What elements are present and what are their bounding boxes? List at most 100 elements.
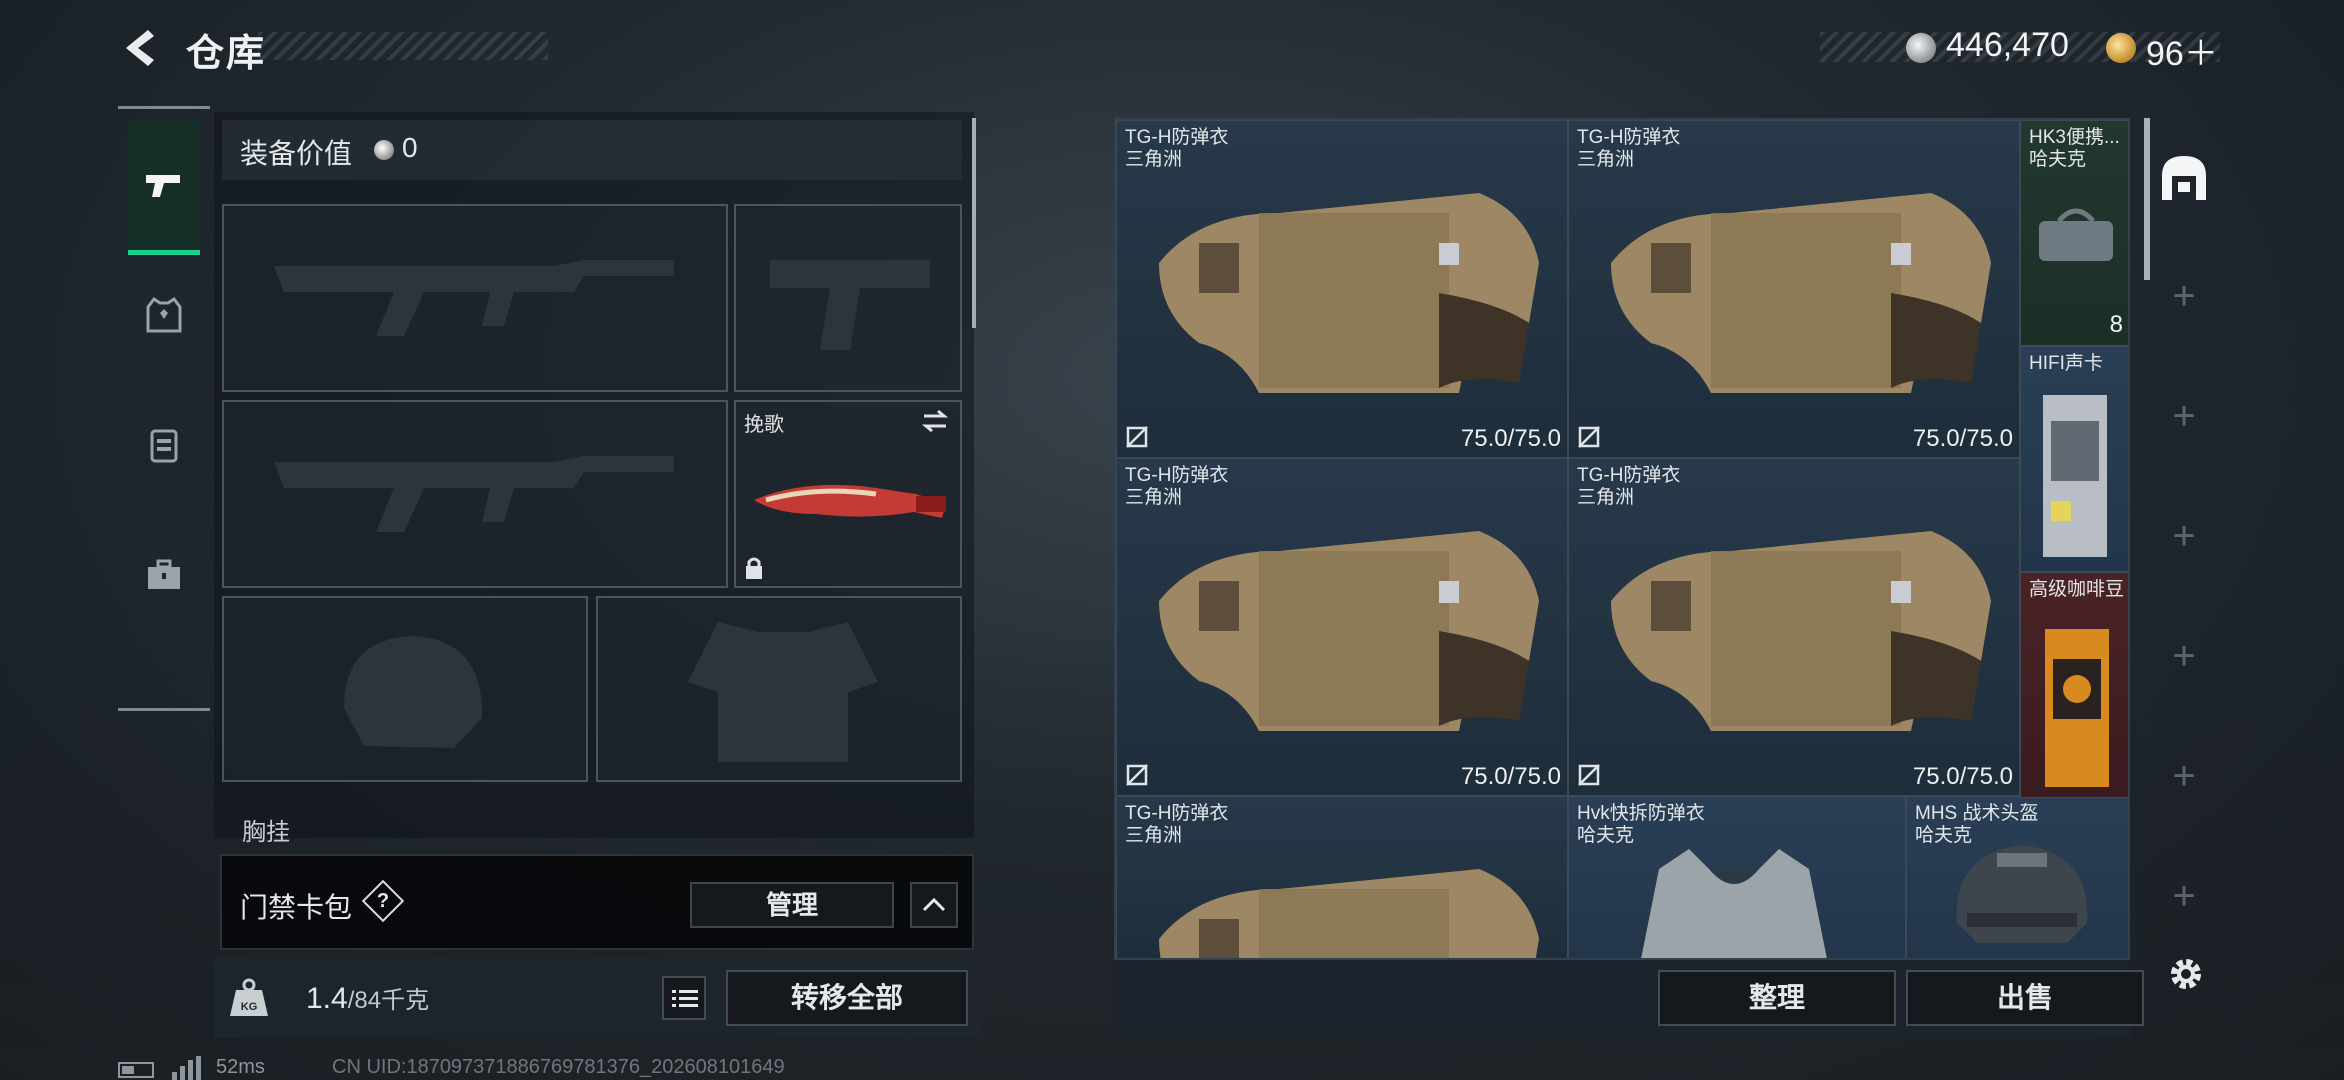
body-armor-icon (1159, 869, 1539, 958)
tab-storage-add[interactable]: + (2138, 236, 2230, 356)
list-view-button[interactable] (662, 976, 706, 1020)
item-durability: 75.0/75.0 (1460, 763, 1561, 790)
pistol-icon (146, 175, 180, 197)
equipment-value-row: 装备价值 0 (222, 120, 962, 180)
item-name: MHS 战术头盔 (1915, 803, 2039, 824)
silver-coin-icon (374, 140, 394, 160)
weight-current: 1.4 (306, 982, 348, 1015)
item-durability: 75.0/75.0 (1912, 763, 2013, 790)
equipment-value: 0 (402, 132, 418, 163)
storage-actions-bar: 整理 出售 (1114, 960, 2144, 1038)
equipment-scrollbar[interactable] (972, 118, 976, 328)
chest-rig-slot[interactable]: 胸挂 (222, 806, 962, 846)
helmet-slot[interactable] (222, 596, 588, 782)
secondary-weapon-slot[interactable] (222, 400, 728, 588)
page-title: 仓库 (186, 33, 267, 75)
equipment-value-label: 装备价值 (240, 138, 353, 169)
body-armor-icon (1159, 193, 1539, 393)
item-name: 高级咖啡豆 (2029, 579, 2125, 600)
gear-icon[interactable] (2166, 954, 2206, 994)
sound-card-icon (2043, 395, 2107, 557)
melee-item-name: 挽歌 (744, 414, 784, 436)
rifle-silhouette-icon (274, 260, 674, 336)
latency-readout: 52ms (216, 1056, 265, 1078)
no-insure-icon (1126, 426, 1148, 448)
item-faction: 三角洲 (1577, 487, 1635, 508)
user-uid: CN UID:187097371886769781376_20260810164… (332, 1056, 785, 1078)
item-name: HIFI声卡 (2029, 353, 2103, 374)
sort-button[interactable]: 整理 (1658, 970, 1896, 1026)
chevron-up-icon (922, 897, 946, 912)
manage-button[interactable]: 管理 (690, 882, 894, 928)
tab-weapons[interactable] (128, 120, 200, 255)
storage-item[interactable]: Hvk快拆防弹衣 哈夫克 (1568, 796, 1906, 958)
item-faction: 三角洲 (1577, 149, 1635, 170)
item-faction: 三角洲 (1125, 487, 1183, 508)
storage-item[interactable]: MHS 战术头盔 哈夫克 (1906, 796, 2128, 958)
weight-bar: KG 1.4/84千克 转移全部 (214, 958, 982, 1038)
signal-icon (172, 1056, 201, 1080)
tab-storage-add[interactable]: + (2138, 356, 2230, 476)
back-arrow-icon[interactable] (118, 26, 160, 70)
help-icon[interactable]: ? (361, 879, 405, 923)
armor-slot[interactable] (596, 596, 962, 782)
weight-kg-icon: KG (230, 978, 268, 1016)
item-name: TG-H防弹衣 (1125, 127, 1229, 148)
storage-item[interactable]: TG-H防弹衣 三角洲 75.0/75.0 (1116, 458, 1568, 796)
tab-backpack[interactable] (128, 380, 200, 510)
lock-icon (746, 557, 762, 579)
equipment-tab-column (118, 106, 210, 712)
primary-weapon-slot[interactable] (222, 204, 728, 392)
storage-item[interactable]: TG-H防弹衣 三角洲 75.0/75.0 (1568, 458, 2020, 796)
weight-max: /84千克 (347, 987, 430, 1014)
item-durability: 75.0/75.0 (1912, 425, 2013, 452)
sell-button[interactable]: 出售 (1906, 970, 2144, 1026)
card-bag-bar: 门禁卡包 ? 管理 (220, 854, 974, 950)
silver-coin-icon (1906, 33, 1936, 63)
gold-currency-value[interactable]: 96＋ (2146, 26, 2218, 75)
vest-silhouette-icon (688, 622, 878, 762)
storage-tab-column: + + + + + + (2138, 118, 2230, 958)
item-faction: 三角洲 (1125, 825, 1183, 846)
coffee-bag-icon (2045, 629, 2109, 787)
no-insure-icon (1578, 426, 1600, 448)
melee-slot[interactable]: 挽歌 (734, 400, 962, 588)
body-armor-icon (1611, 193, 1991, 393)
rifle-silhouette-icon (274, 456, 674, 532)
tab-storage-main[interactable] (2138, 118, 2230, 238)
transfer-all-button[interactable]: 转移全部 (726, 970, 968, 1026)
storage-item[interactable]: TG-H防弹衣 三角洲 75.0/75.0 (1116, 120, 1568, 458)
item-name: TG-H防弹衣 (1125, 465, 1229, 486)
tab-storage-add[interactable]: + (2138, 836, 2230, 956)
item-faction: 哈夫克 (2029, 149, 2087, 170)
tab-storage-add[interactable]: + (2138, 716, 2230, 836)
gold-coin-icon (2106, 33, 2136, 63)
helmet-silhouette-icon (344, 636, 483, 748)
body-armor-icon (1159, 531, 1539, 731)
storage-item[interactable]: TG-H防弹衣 三角洲 (1116, 796, 1568, 958)
briefcase-icon (148, 559, 180, 589)
item-name: HK3便携... (2029, 127, 2120, 148)
expand-button[interactable] (910, 882, 958, 928)
tab-storage-add[interactable]: + (2138, 476, 2230, 596)
tactical-helmet-icon (1956, 845, 2088, 943)
storage-item[interactable]: TG-H防弹衣 三角洲 75.0/75.0 (1568, 120, 2020, 458)
item-name: Hvk快拆防弹衣 (1577, 803, 1705, 824)
title-decor-stripe (258, 32, 548, 60)
armor-vest-icon (146, 296, 182, 333)
kukri-knife-icon (754, 484, 946, 518)
storage-item[interactable]: HK3便携... 哈夫克 8 (2020, 120, 2128, 346)
battery-icon (118, 1062, 154, 1078)
storage-item[interactable]: HIFI声卡 (2020, 346, 2128, 572)
storage-item[interactable]: 高级咖啡豆 (2020, 572, 2128, 798)
item-faction: 三角洲 (1125, 149, 1183, 170)
swap-icon[interactable] (920, 408, 950, 434)
pistol-silhouette-icon (770, 260, 930, 350)
tab-armor[interactable] (128, 250, 200, 380)
no-insure-icon (1578, 764, 1600, 786)
chest-rig-label: 胸挂 (242, 819, 290, 846)
tab-toolbox[interactable] (128, 510, 200, 640)
pistol-slot[interactable] (734, 204, 962, 392)
svg-text:KG: KG (241, 1001, 258, 1013)
tab-storage-add[interactable]: + (2138, 596, 2230, 716)
